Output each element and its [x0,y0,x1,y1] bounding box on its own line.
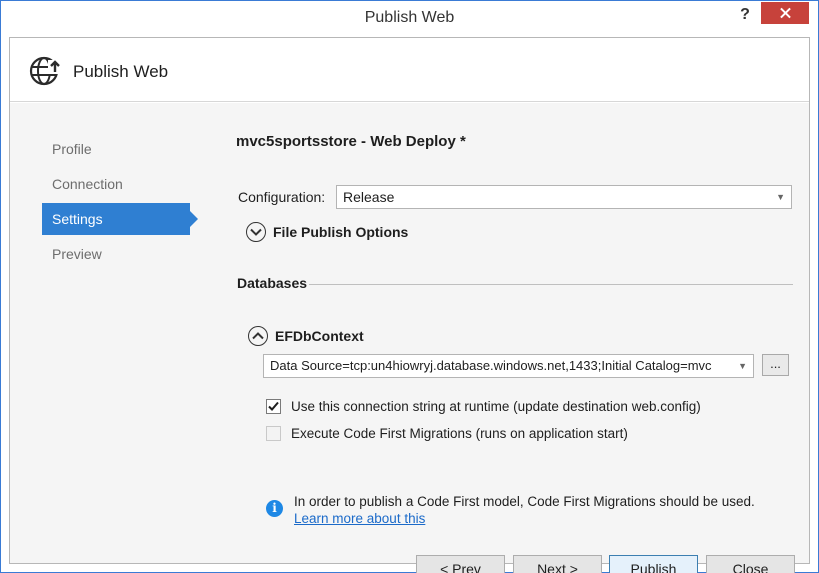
settings-panel: mvc5sportsstore - Web Deploy * Configura… [236,103,796,563]
profile-title: mvc5sportsstore - Web Deploy * [236,133,466,150]
use-connection-string-label[interactable]: Use this connection string at runtime (u… [291,399,701,414]
efdbcontext-label[interactable]: EFDbContext [275,328,364,344]
close-button[interactable]: Close [706,555,795,573]
efdbcontext-expander[interactable] [248,326,268,346]
checkmark-icon [268,401,279,411]
nav-item-preview[interactable]: Preview [42,238,190,270]
connection-string-combobox[interactable]: Data Source=tcp:un4hiowryj.database.wind… [263,354,754,378]
chevron-down-icon [250,228,262,236]
file-publish-options-expander[interactable] [246,222,266,242]
databases-divider [309,284,793,285]
nav-item-profile[interactable]: Profile [42,133,190,165]
nav-item-settings[interactable]: Settings [42,203,198,235]
chevron-up-icon [252,332,264,340]
prev-button[interactable]: < Prev [416,555,505,573]
configuration-label: Configuration: [238,189,326,205]
title-bar: Publish Web ? [1,1,818,37]
use-connection-string-checkbox[interactable] [266,399,281,414]
info-message: In order to publish a Code First model, … [294,494,755,509]
execute-migrations-label[interactable]: Execute Code First Migrations (runs on a… [291,426,628,441]
help-button[interactable]: ? [731,3,759,29]
dialog-body: Profile Connection Settings Preview mvc5… [10,103,809,573]
globe-publish-icon [29,56,62,86]
publish-web-dialog: Publish Web ? Publish Web Profile Connec… [0,0,819,573]
dropdown-arrow-icon[interactable]: ▼ [734,355,747,377]
window-title: Publish Web [364,9,455,26]
dropdown-arrow-icon: ▼ [776,192,785,202]
learn-more-link[interactable]: Learn more about this [294,511,425,526]
window-close-button[interactable] [761,2,809,24]
connection-string-value: Data Source=tcp:un4hiowryj.database.wind… [270,358,712,373]
configuration-select[interactable]: Release ▼ [336,185,792,209]
nav-item-connection[interactable]: Connection [42,168,190,200]
execute-migrations-checkbox[interactable] [266,426,281,441]
next-button[interactable]: Next > [513,555,602,573]
connection-string-browse-button[interactable]: ... [762,354,789,376]
configuration-value: Release [343,189,395,205]
dialog-header: Publish Web [10,38,809,102]
publish-button[interactable]: Publish [609,555,698,573]
file-publish-options-label[interactable]: File Publish Options [273,224,408,240]
dialog-frame: Publish Web Profile Connection Settings … [9,37,810,573]
info-icon: i [266,500,283,517]
header-title: Publish Web [73,62,169,81]
databases-heading: Databases [237,275,308,291]
